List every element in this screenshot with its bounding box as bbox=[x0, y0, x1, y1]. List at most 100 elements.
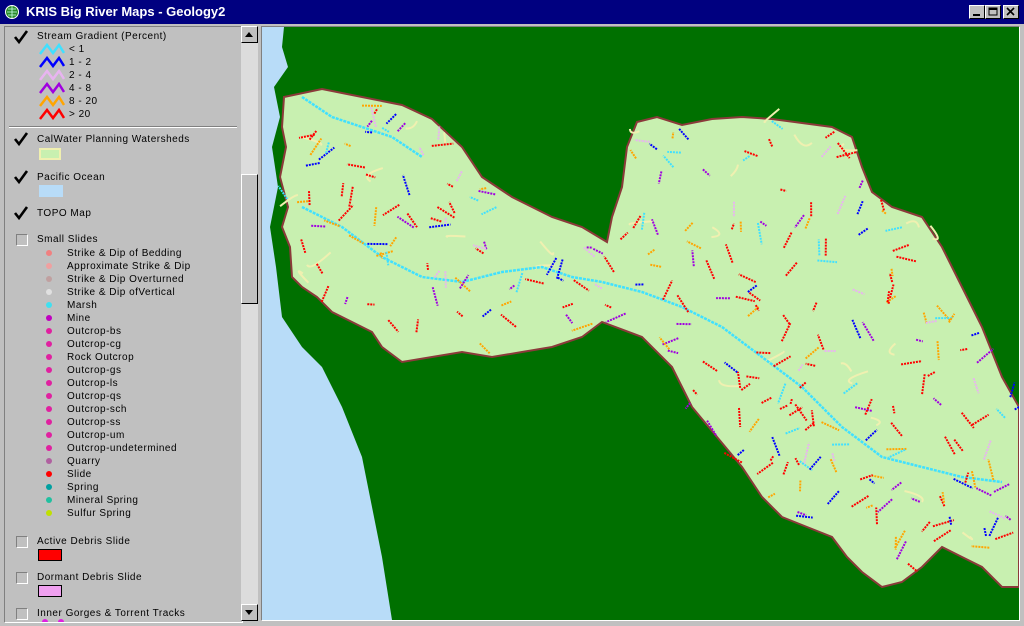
point-symbol bbox=[46, 328, 52, 334]
active-debris-slide-checkbox[interactable] bbox=[16, 536, 28, 548]
gradient-class-label: 4 - 8 bbox=[69, 83, 92, 94]
minimize-icon bbox=[973, 14, 980, 16]
gradient-class-label: > 20 bbox=[69, 109, 91, 120]
small-slides-item-label: Strike & Dip of Bedding bbox=[67, 248, 182, 259]
point-symbol bbox=[46, 289, 52, 295]
legend-scrollbar[interactable] bbox=[241, 26, 258, 621]
small-slides-checkbox[interactable] bbox=[16, 234, 28, 246]
watershed-line bbox=[443, 132, 447, 143]
small-slides-item-label: Slide bbox=[67, 469, 92, 480]
map-canvas[interactable] bbox=[262, 27, 1019, 620]
layer-pacific-ocean-label: Pacific Ocean bbox=[37, 172, 106, 183]
small-slides-item-label: Outcrop-sch bbox=[67, 404, 127, 415]
small-slides-item-label: Spring bbox=[67, 482, 99, 493]
calwater-checkbox[interactable] bbox=[13, 131, 29, 147]
map-view[interactable] bbox=[261, 26, 1020, 621]
gradient-class-label: 8 - 20 bbox=[69, 96, 98, 107]
small-slides-item-label: Outcrop-ls bbox=[67, 378, 119, 389]
stream-gradient-checkbox[interactable] bbox=[13, 29, 29, 45]
point-symbol bbox=[46, 276, 52, 282]
inner-gorges-symbol bbox=[58, 619, 64, 622]
stream-segment bbox=[892, 405, 896, 414]
point-symbol bbox=[46, 471, 52, 477]
small-slides-item-label: Rock Outcrop bbox=[67, 352, 135, 363]
gradient-class-label: < 1 bbox=[69, 44, 85, 55]
point-symbol bbox=[46, 484, 52, 490]
close-icon bbox=[1006, 7, 1015, 16]
layer-active-debris-slide-label: Active Debris Slide bbox=[37, 536, 131, 547]
maximize-icon bbox=[988, 7, 998, 16]
gradient-line-symbol bbox=[39, 43, 65, 56]
layer-dormant-debris-slide-label: Dormant Debris Slide bbox=[37, 572, 143, 583]
small-slides-item-label: Marsh bbox=[67, 300, 98, 311]
scroll-thumb[interactable] bbox=[241, 174, 258, 304]
small-slides-item-label: Strike & Dip Overturned bbox=[67, 274, 185, 285]
small-slides-item-label: Outcrop-um bbox=[67, 430, 125, 441]
point-symbol bbox=[46, 263, 52, 269]
layer-small-slides-label: Small Slides bbox=[37, 234, 99, 245]
calwater-symbol bbox=[39, 148, 61, 160]
small-slides-item-label: Outcrop-bs bbox=[67, 326, 122, 337]
pacific-ocean-checkbox[interactable] bbox=[13, 169, 29, 185]
point-symbol bbox=[46, 406, 52, 412]
stream-segment bbox=[684, 402, 691, 410]
small-slides-item-label: Mineral Spring bbox=[67, 495, 139, 506]
topo-map-checkbox[interactable] bbox=[13, 205, 29, 221]
inner-gorges-symbol bbox=[42, 619, 48, 622]
app-globe-icon bbox=[5, 5, 19, 19]
gradient-line-symbol bbox=[39, 108, 65, 121]
small-slides-item-label: Outcrop-ss bbox=[67, 417, 121, 428]
gradient-class-label: 2 - 4 bbox=[69, 70, 92, 81]
watershed-boundary bbox=[278, 87, 1019, 589]
small-slides-item-label: Sulfur Spring bbox=[67, 508, 132, 519]
point-symbol bbox=[46, 380, 52, 386]
small-slides-item-label: Strike & Dip ofVertical bbox=[67, 287, 176, 298]
point-symbol bbox=[46, 315, 52, 321]
point-symbol bbox=[46, 302, 52, 308]
arrow-down-icon bbox=[245, 610, 253, 615]
point-symbol bbox=[46, 367, 52, 373]
layer-stream-gradient-label: Stream Gradient (Percent) bbox=[37, 31, 167, 42]
small-slides-item-label: Outcrop-gs bbox=[67, 365, 122, 376]
point-symbol bbox=[46, 445, 52, 451]
dormant-debris-symbol bbox=[38, 585, 62, 597]
arrow-up-icon bbox=[245, 32, 253, 37]
point-symbol bbox=[46, 432, 52, 438]
small-slides-item-label: Outcrop-qs bbox=[67, 391, 122, 402]
point-symbol bbox=[46, 497, 52, 503]
small-slides-item-label: Approximate Strike & Dip bbox=[67, 261, 191, 272]
gradient-line-symbol bbox=[39, 56, 65, 69]
gradient-line-symbol bbox=[39, 95, 65, 108]
small-slides-item-label: Outcrop-cg bbox=[67, 339, 122, 350]
minimize-button[interactable] bbox=[969, 5, 985, 19]
layer-calwater-label: CalWater Planning Watersheds bbox=[37, 134, 190, 145]
title-bar: KRIS Big River Maps - Geology2 bbox=[0, 0, 1024, 24]
window-title: KRIS Big River Maps - Geology2 bbox=[26, 4, 226, 19]
point-symbol bbox=[46, 393, 52, 399]
layer-topo-map-label: TOPO Map bbox=[37, 208, 92, 219]
pacific-ocean-symbol bbox=[39, 185, 63, 197]
legend-panel: Stream Gradient (Percent) < 1 1 - 2 2 - … bbox=[4, 26, 243, 623]
close-button[interactable] bbox=[1003, 5, 1019, 19]
active-debris-symbol bbox=[38, 549, 62, 561]
scroll-up-button[interactable] bbox=[241, 26, 258, 43]
stream-segment bbox=[890, 268, 894, 277]
point-symbol bbox=[46, 250, 52, 256]
point-symbol bbox=[46, 458, 52, 464]
dormant-debris-slide-checkbox[interactable] bbox=[16, 572, 28, 584]
small-slides-item-label: Outcrop-undetermined bbox=[67, 443, 178, 454]
layer-inner-gorges-label: Inner Gorges & Torrent Tracks bbox=[37, 608, 186, 619]
small-slides-item-label: Quarry bbox=[67, 456, 101, 467]
maximize-button[interactable] bbox=[985, 5, 1001, 19]
gradient-line-symbol bbox=[39, 69, 65, 82]
point-symbol bbox=[46, 341, 52, 347]
small-slides-item-label: Mine bbox=[67, 313, 91, 324]
point-symbol bbox=[46, 510, 52, 516]
gradient-class-label: 1 - 2 bbox=[69, 57, 92, 68]
inner-gorges-checkbox[interactable] bbox=[16, 608, 28, 620]
scroll-down-button[interactable] bbox=[241, 604, 258, 621]
watershed-line bbox=[445, 234, 466, 238]
legend-separator bbox=[9, 126, 237, 128]
point-symbol bbox=[46, 354, 52, 360]
point-symbol bbox=[46, 419, 52, 425]
